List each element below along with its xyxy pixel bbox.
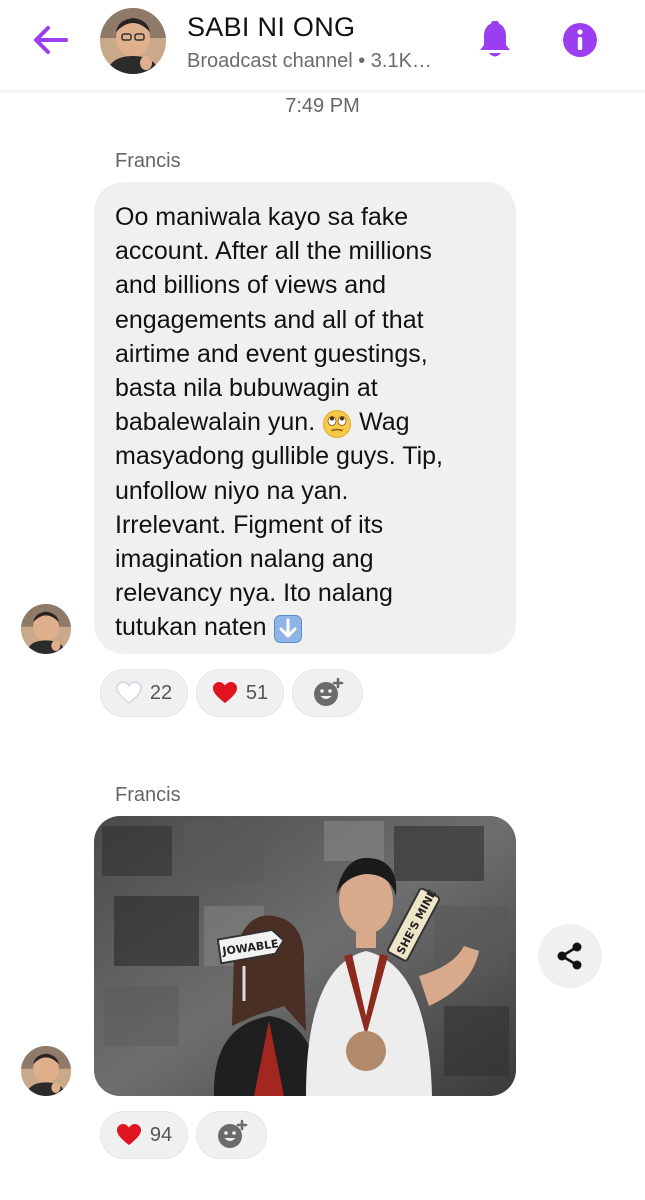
message-line: relevancy nya. Ito nalang [115,579,393,608]
message-photo[interactable]: JOWABLE SHE'S MINE [94,816,516,1096]
message-line: masyadong gullible guys. Tip, [115,442,443,471]
message-line: babalewalain yun. Wag [115,405,496,439]
sender-name: Francis [115,784,181,806]
message-line: and billions of views and [115,271,386,300]
add-reaction-button[interactable] [196,1111,267,1159]
message-line: Oo maniwala kayo sa fake [115,203,409,231]
reaction-count: 22 [149,681,173,704]
message-line: account. After all the millions [115,237,432,266]
message-line: Irrelevant. Figment of its [115,510,384,539]
message-text: tutukan naten [115,613,267,642]
info-button[interactable] [560,20,600,60]
eye-roll-emoji-icon [323,409,352,438]
add-reaction-button[interactable] [292,669,363,717]
message-line: tutukan naten [115,610,496,644]
back-button[interactable] [26,22,74,58]
message-text: babalewalain yun. [115,408,316,437]
channel-subtitle: Broadcast channel • 3.1K… [187,50,432,72]
add-reaction-icon [217,1119,247,1148]
reaction-red-heart[interactable]: 94 [100,1111,188,1159]
white-heart-icon [116,681,142,704]
message-line: airtime and event guestings, [115,339,428,368]
message-bubble[interactable]: Oo maniwala kayo sa fake account. After … [94,182,516,654]
message-line: basta nila bubuwagin at [115,374,378,403]
notifications-button[interactable] [474,18,516,62]
message-text: Wag [359,408,410,437]
reaction-white-heart[interactable]: 22 [100,669,188,717]
down-arrow-emoji-icon [274,614,303,643]
reaction-red-heart[interactable]: 51 [196,669,284,717]
channel-avatar[interactable] [100,8,166,74]
share-button[interactable] [538,924,602,988]
sender-name: Francis [115,150,181,172]
share-icon [557,942,582,970]
message-line: engagements and all of that [115,305,424,334]
reaction-count: 51 [245,681,269,704]
channel-title: SABI NI ONG [187,12,356,42]
reaction-count: 94 [149,1123,173,1146]
bell-icon [480,21,510,57]
chat-header: SABI NI ONG Broadcast channel • 3.1K… [0,0,645,90]
red-heart-icon [116,1124,141,1145]
red-heart-icon [212,682,237,703]
message-line: unfollow niyo na yan. [115,476,349,505]
arrow-left-icon [34,26,68,54]
message-line: imagination nalang ang [115,545,374,574]
message-timestamp: 7:49 PM [285,95,360,117]
info-icon [563,23,597,57]
sender-avatar[interactable] [21,604,71,654]
sender-avatar[interactable] [21,1046,71,1096]
add-reaction-icon [313,677,343,706]
